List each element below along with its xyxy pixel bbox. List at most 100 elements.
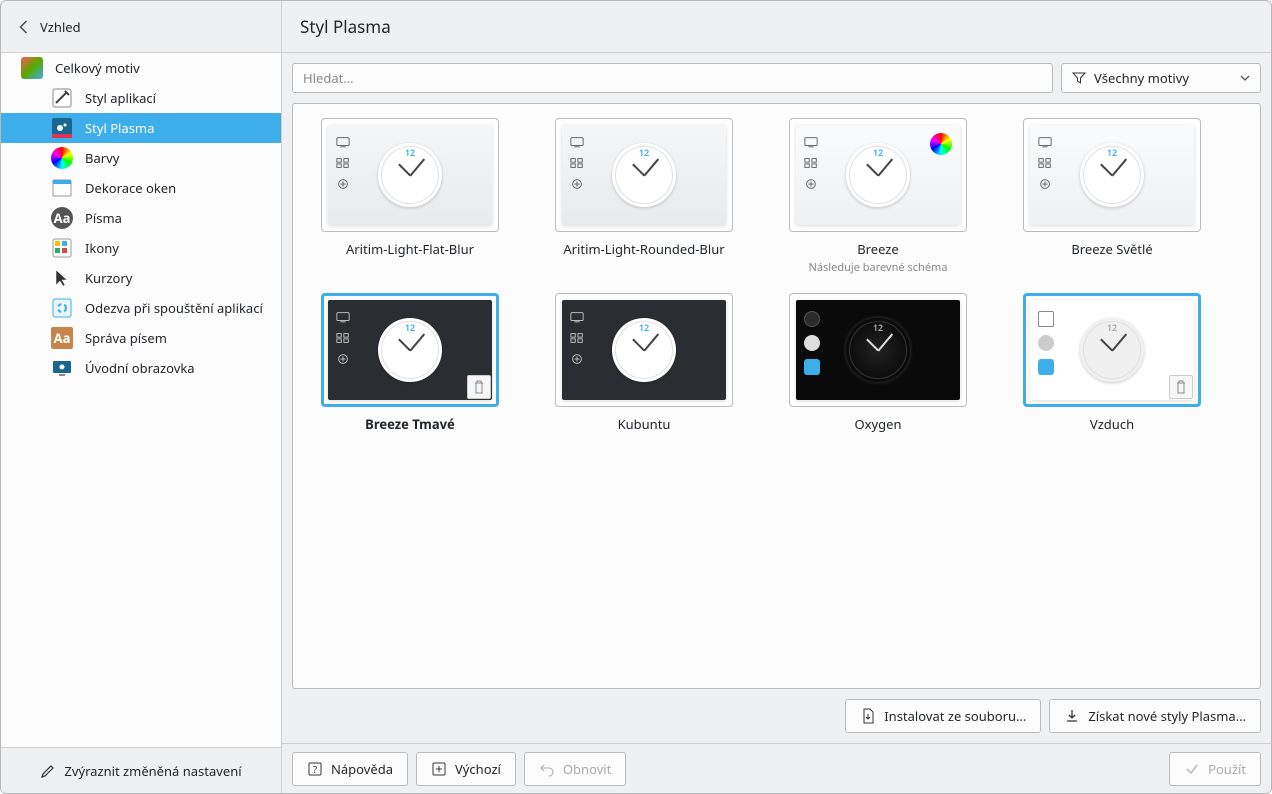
sidebar-item-label: Styl Plasma [85, 119, 154, 137]
theme-preview[interactable]: 12 [789, 293, 967, 407]
sidebar-item-splash-screen[interactable]: Úvodní obrazovka [1, 353, 281, 383]
filter-label: Všechny motivy [1094, 69, 1189, 87]
help-label: Nápověda [331, 760, 393, 778]
chevron-down-icon [1240, 75, 1250, 81]
theme-grid-frame: 12 Aritim-Light-Flat-Blur 12 Aritim- [292, 103, 1261, 689]
cursors-icon [51, 267, 73, 289]
font-management-icon: Aa [51, 327, 73, 349]
sidebar-item-launch-feedback[interactable]: Odezva při spouštění aplikací [1, 293, 281, 323]
sidebar-list: Celkový motiv Styl aplikací Styl Plasma … [1, 53, 281, 747]
theme-kubuntu: 12 Kubuntu [555, 293, 733, 433]
sidebar-item-label: Správa písem [85, 329, 167, 347]
theme-name: Breeze Tmavé [365, 415, 455, 433]
search-row: Hledat… Všechny motivy [282, 53, 1271, 93]
back-label: Vzhled [40, 18, 81, 36]
sidebar: Celkový motiv Styl aplikací Styl Plasma … [1, 53, 282, 793]
download-icon [1064, 708, 1080, 724]
help-icon: ? [307, 761, 323, 777]
theme-preview[interactable]: 12 [321, 118, 499, 232]
colors-icon [51, 147, 73, 169]
sidebar-item-label: Styl aplikací [85, 89, 156, 107]
theme-preview[interactable]: 12 [555, 293, 733, 407]
theme-name: Kubuntu [618, 415, 671, 433]
theme-name: Aritim-Light-Rounded-Blur [563, 240, 724, 258]
theme-preview[interactable]: 12 [789, 118, 967, 232]
plasma-style-icon [51, 117, 73, 139]
defaults-label: Výchozí [455, 760, 501, 778]
theme-aritim-light-flat: 12 Aritim-Light-Flat-Blur [321, 118, 499, 275]
theme-subtitle: Následuje barevné schéma [808, 260, 947, 275]
theme-breeze-light: 12 Breeze Světlé [1023, 118, 1201, 275]
oxygen-widgets [804, 311, 820, 375]
sidebar-item-global-theme[interactable]: Celkový motiv [1, 53, 281, 83]
theme-oxygen: 12 Oxygen [789, 293, 967, 433]
help-button[interactable]: ? Nápověda [292, 752, 408, 786]
filter-dropdown[interactable]: Všechny motivy [1061, 63, 1261, 93]
theme-aritim-light-rounded: 12 Aritim-Light-Rounded-Blur [555, 118, 733, 275]
settings-window: Vzhled Styl Plasma Celkový motiv Styl ap… [0, 0, 1272, 794]
page-title: Styl Plasma [282, 1, 1271, 52]
install-label: Instalovat ze souboru… [884, 707, 1026, 725]
air-widgets [1038, 311, 1054, 375]
theme-preview[interactable]: 12 [555, 118, 733, 232]
theme-preview[interactable]: 12 [321, 293, 499, 407]
get-new-label: Získat nové styly Plasma… [1088, 707, 1246, 725]
reset-button: Obnovit [524, 752, 626, 786]
sidebar-item-label: Dekorace oken [85, 179, 176, 197]
theme-name: Oxygen [854, 415, 901, 433]
main-panel: Hledat… Všechny motivy 12 [282, 53, 1271, 793]
window-decorations-icon [51, 177, 73, 199]
theme-preview[interactable]: 12 [1023, 293, 1201, 407]
sidebar-item-fonts[interactable]: Aa Písma [1, 203, 281, 233]
sidebar-item-label: Barvy [85, 149, 119, 167]
theme-grid: 12 Aritim-Light-Flat-Blur 12 Aritim- [321, 118, 1232, 433]
sidebar-item-label: Ikony [85, 239, 119, 257]
sidebar-item-app-style[interactable]: Styl aplikací [1, 83, 281, 113]
fonts-icon: Aa [51, 207, 73, 229]
highlight-changed-button[interactable]: Zvýraznit změněná nastavení [1, 747, 281, 793]
theme-preview[interactable]: 12 [1023, 118, 1201, 232]
undo-icon [539, 761, 555, 777]
highlight-label: Zvýraznit změněná nastavení [64, 762, 241, 780]
chevron-left-icon [19, 20, 28, 34]
trash-icon [1175, 380, 1187, 394]
apply-button: Použít [1169, 752, 1261, 786]
defaults-icon [431, 761, 447, 777]
sidebar-item-label: Úvodní obrazovka [85, 359, 195, 377]
bottom-bar: ? Nápověda Výchozí Obnovit Použít [282, 743, 1271, 793]
sidebar-item-cursors[interactable]: Kurzory [1, 263, 281, 293]
install-from-file-button[interactable]: Instalovat ze souboru… [845, 699, 1041, 733]
filter-icon [1072, 71, 1086, 85]
pencil-icon [40, 763, 56, 779]
color-wheel-icon [930, 133, 952, 155]
svg-text:?: ? [313, 762, 318, 776]
search-placeholder: Hledat… [303, 69, 354, 87]
sidebar-item-colors[interactable]: Barvy [1, 143, 281, 173]
document-import-icon [860, 708, 876, 724]
theme-name: Vzduch [1090, 415, 1134, 433]
global-theme-icon [21, 57, 43, 79]
back-button[interactable]: Vzhled [1, 1, 282, 52]
content-actions: Instalovat ze souboru… Získat nové styly… [282, 699, 1271, 743]
delete-theme-button[interactable] [1169, 375, 1193, 399]
sidebar-item-font-management[interactable]: Aa Správa písem [1, 323, 281, 353]
sidebar-item-label: Odezva při spouštění aplikací [85, 299, 263, 317]
theme-breeze: 12 Breeze Následuje barevné schéma [789, 118, 967, 275]
check-icon [1184, 761, 1200, 777]
theme-breeze-dark: 12 Breeze Tmavé [321, 293, 499, 433]
topbar: Vzhled Styl Plasma [1, 1, 1271, 53]
app-style-icon [51, 87, 73, 109]
get-new-button[interactable]: Získat nové styly Plasma… [1049, 699, 1261, 733]
sidebar-item-plasma-style[interactable]: Styl Plasma [1, 113, 281, 143]
sidebar-item-window-decorations[interactable]: Dekorace oken [1, 173, 281, 203]
sidebar-item-label: Celkový motiv [55, 59, 140, 77]
theme-air: 12 Vzduch [1023, 293, 1201, 433]
apply-label: Použít [1208, 760, 1246, 778]
defaults-button[interactable]: Výchozí [416, 752, 516, 786]
theme-name: Breeze [857, 240, 899, 258]
delete-theme-button[interactable] [467, 375, 491, 399]
sidebar-item-icons[interactable]: Ikony [1, 233, 281, 263]
sidebar-item-label: Písma [85, 209, 122, 227]
search-input[interactable]: Hledat… [292, 63, 1053, 93]
theme-name: Aritim-Light-Flat-Blur [346, 240, 474, 258]
